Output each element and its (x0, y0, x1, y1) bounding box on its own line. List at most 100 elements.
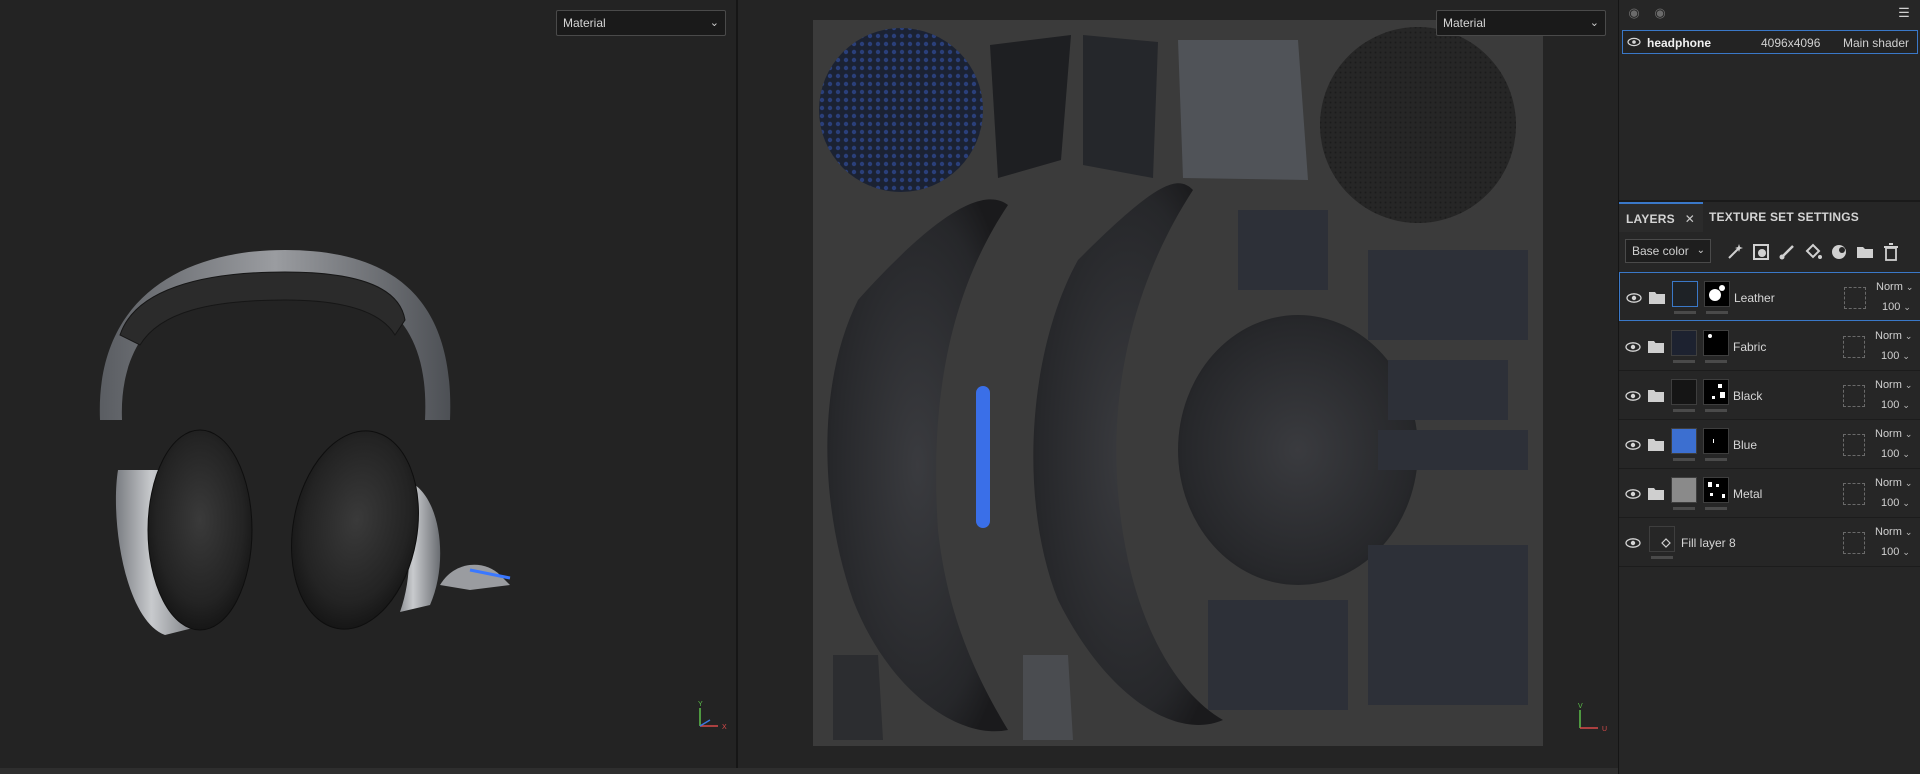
opacity-select[interactable]: 100 ⌄ (1881, 497, 1910, 509)
smart-material-icon[interactable] (1829, 242, 1849, 262)
layers-toolbar: Base color ⌄ (1619, 234, 1920, 268)
layer-effects-slot[interactable] (1843, 336, 1865, 358)
layer-effects-slot[interactable] (1843, 532, 1865, 554)
chevron-down-icon: ⌄ (1589, 17, 1599, 29)
layer-effects-slot[interactable] (1843, 483, 1865, 505)
blend-mode-select[interactable]: Norm ⌄ (1875, 526, 1912, 538)
trash-icon[interactable] (1881, 242, 1901, 262)
layer-effects-slot[interactable] (1843, 385, 1865, 407)
chevron-down-icon: ⌄ (1905, 282, 1914, 292)
layer-name[interactable]: Leather (1734, 291, 1775, 305)
menu-icon[interactable]: ☰ (1895, 4, 1913, 22)
layer-fabric[interactable]: Fabric Norm ⌄ 100 ⌄ (1619, 322, 1920, 371)
viewport-2d[interactable]: Material ⌄ V U (738, 0, 1618, 768)
blend-mode-select[interactable]: Norm ⌄ (1875, 477, 1912, 489)
blend-mode-select[interactable]: Norm ⌄ (1876, 281, 1913, 293)
opacity-select[interactable]: 100 ⌄ (1881, 399, 1910, 411)
layer-fill-layer-8[interactable]: Fill layer 8 Norm ⌄ 100 ⌄ (1619, 518, 1920, 567)
opacity-value: 100 (1882, 301, 1901, 313)
opacity-select[interactable]: 100 ⌄ (1881, 546, 1910, 558)
mask-underline (1706, 311, 1728, 314)
blend-mode-select[interactable]: Norm ⌄ (1875, 379, 1912, 391)
texture-set-shader[interactable]: Main shader (1843, 36, 1909, 50)
texture-set-header: ◉ ◉ ☰ (1619, 0, 1920, 26)
layer-mask-thumb[interactable] (1704, 281, 1730, 307)
thumb-underline (1673, 458, 1695, 461)
blend-mode-label: Norm (1875, 477, 1902, 489)
texture-set-list-empty (1619, 56, 1920, 202)
opacity-select[interactable]: 100 ⌄ (1881, 448, 1910, 460)
layer-mask-thumb[interactable] (1703, 330, 1729, 356)
status-bar (0, 768, 1618, 774)
layer-name[interactable]: Fabric (1733, 340, 1766, 354)
eye-icon[interactable] (1625, 535, 1641, 551)
eye-off-icon[interactable]: ◉ (1625, 4, 1643, 22)
eye-icon[interactable] (1625, 437, 1641, 453)
add-mask-icon[interactable] (1751, 242, 1771, 262)
layer-mask-thumb[interactable] (1703, 379, 1729, 405)
mask-pattern-icon (1708, 334, 1712, 338)
chevron-down-icon: ⌄ (1904, 331, 1913, 341)
blend-mode-select[interactable]: Norm ⌄ (1875, 428, 1912, 440)
headphone-3d-model (99, 250, 511, 635)
folder-icon (1648, 341, 1664, 353)
eye-icon[interactable] (1625, 388, 1641, 404)
layer-mask-thumb[interactable] (1703, 428, 1729, 454)
brush-icon[interactable] (1777, 242, 1797, 262)
folder-icon (1649, 292, 1665, 304)
mask-underline (1705, 458, 1727, 461)
layer-color-thumb[interactable] (1671, 428, 1697, 454)
layer-color-thumb[interactable] (1672, 281, 1698, 307)
eye-icon[interactable] (1625, 486, 1641, 502)
mask-pattern-icon (1712, 384, 1725, 399)
mask-pattern-icon (1709, 285, 1725, 301)
opacity-select[interactable]: 100 ⌄ (1882, 301, 1911, 313)
material-select-3d[interactable]: Material ⌄ (556, 10, 726, 36)
tab-texture-set-settings[interactable]: TEXTURE SET SETTINGS (1709, 202, 1909, 232)
opacity-value: 100 (1881, 546, 1900, 558)
material-select-2d[interactable]: Material ⌄ (1436, 10, 1606, 36)
folder-icon[interactable] (1855, 242, 1875, 262)
layer-name[interactable]: Fill layer 8 (1681, 536, 1736, 550)
layer-black[interactable]: Black Norm ⌄ 100 ⌄ (1619, 371, 1920, 420)
chevron-down-icon: ⌄ (1902, 498, 1910, 508)
opacity-select[interactable]: 100 ⌄ (1881, 350, 1910, 362)
layer-metal[interactable]: Metal Norm ⌄ 100 ⌄ (1619, 469, 1920, 518)
layer-name[interactable]: Metal (1733, 487, 1762, 501)
tab-layers-label: LAYERS (1626, 212, 1675, 226)
blend-mode-label: Norm (1876, 281, 1903, 293)
tab-texture-set-settings-label: TEXTURE SET SETTINGS (1709, 210, 1860, 224)
chevron-down-icon: ⌄ (1902, 449, 1910, 459)
thumb-underline (1673, 409, 1695, 412)
layer-leather[interactable]: Leather Norm ⌄ 100 ⌄ (1619, 272, 1920, 321)
layer-name[interactable]: Black (1733, 389, 1762, 403)
texture-set-row[interactable]: headphone 4096x4096 Main shader (1622, 30, 1918, 54)
folder-icon (1648, 439, 1664, 451)
channel-select[interactable]: Base color ⌄ (1625, 239, 1711, 263)
layer-blue[interactable]: Blue Norm ⌄ 100 ⌄ (1619, 420, 1920, 469)
eye-icon[interactable] (1625, 339, 1641, 355)
folder-icon (1648, 390, 1664, 402)
fill-bucket-icon[interactable] (1803, 242, 1823, 262)
eye-icon[interactable]: ◉ (1651, 4, 1669, 22)
magic-wand-icon[interactable] (1725, 242, 1745, 262)
opacity-value: 100 (1881, 448, 1900, 460)
blend-mode-label: Norm (1875, 379, 1902, 391)
blend-mode-label: Norm (1875, 330, 1902, 342)
tab-layers[interactable]: LAYERS ✕ (1619, 202, 1703, 232)
close-icon[interactable]: ✕ (1685, 212, 1695, 226)
layer-color-thumb[interactable] (1671, 477, 1697, 503)
eye-icon[interactable] (1627, 35, 1641, 49)
eye-icon[interactable] (1626, 290, 1642, 306)
blend-mode-select[interactable]: Norm ⌄ (1875, 330, 1912, 342)
layer-color-thumb[interactable] (1671, 379, 1697, 405)
layer-mask-thumb[interactable] (1703, 477, 1729, 503)
layer-effects-slot[interactable] (1843, 434, 1865, 456)
viewport-3d[interactable]: Material ⌄ Y X (0, 0, 736, 768)
layer-name[interactable]: Blue (1733, 438, 1757, 452)
layer-color-thumb[interactable] (1671, 330, 1697, 356)
chevron-down-icon: ⌄ (1904, 380, 1913, 390)
mask-pattern-icon (1708, 482, 1725, 498)
layer-color-thumb[interactable] (1649, 526, 1675, 552)
layer-effects-slot[interactable] (1844, 287, 1866, 309)
